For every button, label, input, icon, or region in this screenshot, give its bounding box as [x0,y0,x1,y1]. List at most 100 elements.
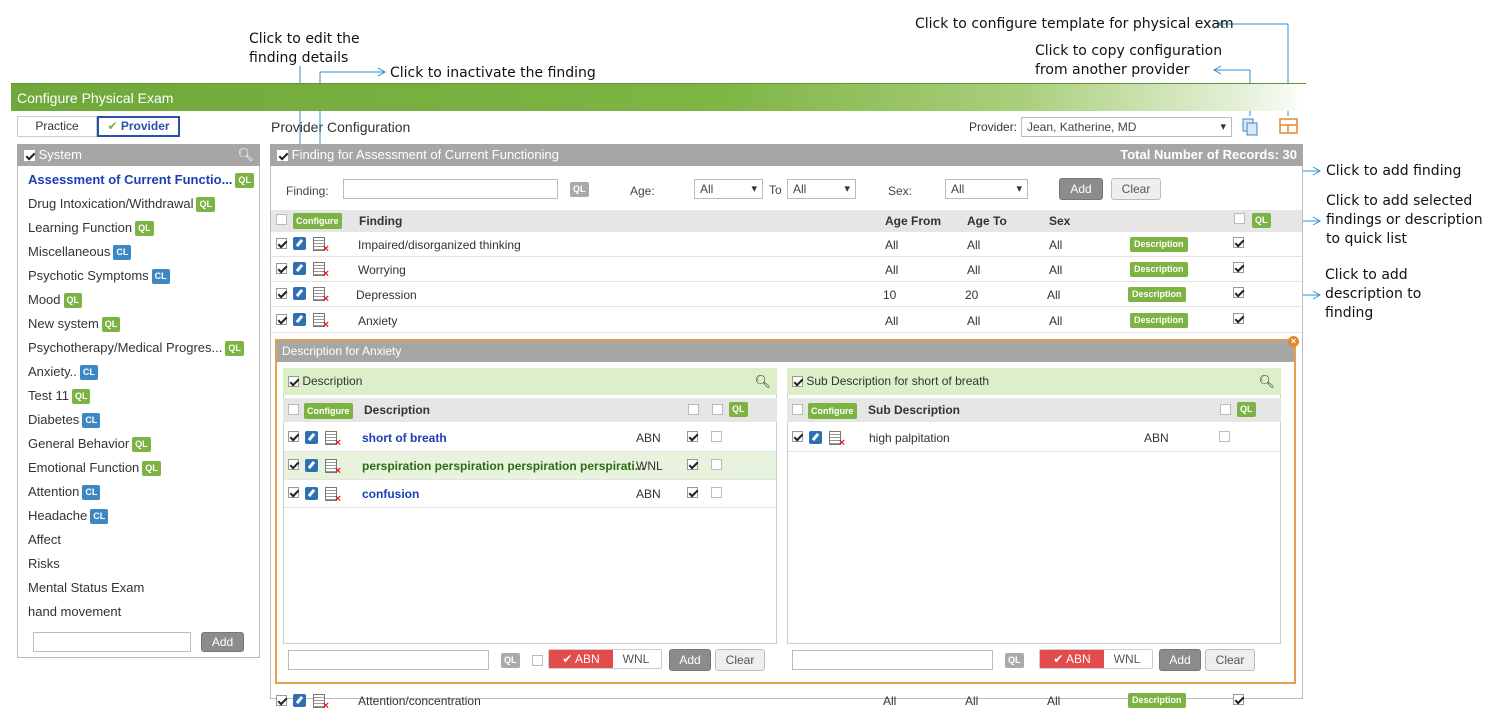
inactivate-icon[interactable] [313,313,329,331]
description-button[interactable]: Description [1128,693,1186,708]
inactivate-icon[interactable] [325,459,341,477]
finding-row[interactable]: Worrying All All All Description [271,257,1302,282]
row-checkbox[interactable] [276,288,287,299]
description-row[interactable]: perspiration perspiration perspiration p… [284,452,776,480]
edit-icon[interactable] [293,287,306,300]
row-checkbox[interactable] [276,238,287,249]
quicklist-badge[interactable]: QL [225,341,244,357]
sidebar-item[interactable]: Headache CL [28,508,109,525]
inactivate-icon[interactable] [313,287,329,305]
edit-icon[interactable] [305,459,318,472]
add-to-quicklist-button[interactable]: QL [729,402,748,417]
quicklist-badge[interactable]: CL [82,413,101,429]
description-row[interactable]: confusion ABN [284,480,776,508]
quicklist-badge[interactable]: QL [63,293,83,309]
system-add-input[interactable] [33,632,191,652]
configure-button[interactable]: Configure [808,403,857,419]
sex-select[interactable]: All [945,179,1028,199]
description-row[interactable]: high palpitation ABN [788,424,1280,452]
sidebar-item[interactable]: Anxiety.. CL [28,364,98,381]
age-from-select[interactable]: All [694,179,763,199]
description-ql-button[interactable]: QL [501,653,520,668]
finding-row[interactable]: Depression 10 20 All Description [271,282,1302,307]
row-checkbox[interactable] [276,263,287,274]
copy-config-icon[interactable] [1242,118,1258,136]
finding-input[interactable] [343,179,558,199]
finding-header-checkbox[interactable] [276,214,287,225]
abn-select-all-checkbox[interactable] [688,404,699,415]
close-icon[interactable]: × [1288,336,1299,347]
edit-icon[interactable] [305,431,318,444]
inactivate-icon[interactable] [313,694,329,708]
quicklist-badge[interactable]: QL [235,173,254,189]
template-config-icon[interactable] [1279,118,1298,134]
description-select-all-checkbox[interactable] [792,376,803,388]
finding-row[interactable]: Anxiety All All All Description [271,308,1302,333]
description-add-button[interactable]: Add [1159,649,1201,671]
abn-toggle-option[interactable]: ✔ ABN [549,650,613,668]
ql-checkbox[interactable] [1233,262,1244,273]
ql-select-all-checkbox[interactable] [1234,213,1245,224]
abn-wnl-toggle[interactable]: ✔ ABN WNL [1039,649,1153,669]
description-header-checkbox[interactable] [792,404,803,415]
sidebar-item[interactable]: Mental Status Exam [28,580,144,595]
quicklist-badge[interactable]: CL [82,485,101,501]
sidebar-item[interactable]: Psychotic Symptoms CL [28,268,170,285]
abn-toggle-option[interactable]: ✔ ABN [1040,650,1104,668]
quicklist-badge[interactable]: QL [101,317,121,333]
description-input[interactable] [792,650,993,670]
row-checkbox[interactable] [792,431,803,442]
inactivate-icon[interactable] [829,431,845,449]
sidebar-item[interactable]: Attention CL [28,484,101,501]
ql-checkbox[interactable] [711,431,722,442]
system-select-all-checkbox[interactable] [24,150,35,162]
inactivate-icon[interactable] [313,262,329,280]
edit-icon[interactable] [293,313,306,326]
search-icon[interactable]: 🔍︎ [237,144,254,166]
sidebar-item[interactable]: Risks [28,556,60,571]
ql-select-all-checkbox[interactable] [1220,404,1231,415]
inactivate-icon[interactable] [325,431,341,449]
ql-select-all-checkbox[interactable] [712,404,723,415]
row-checkbox[interactable] [288,487,299,498]
provider-select[interactable]: Jean, Katherine, MD [1021,117,1232,137]
sidebar-item[interactable]: Learning Function QL [28,220,154,237]
abn-checkbox[interactable] [687,431,698,442]
finding-row-partial[interactable]: Attention/concentration All All All Desc… [271,690,1302,708]
finding-select-all-checkbox[interactable] [277,150,288,162]
row-checkbox[interactable] [288,459,299,470]
description-button[interactable]: Description [1130,313,1188,328]
quicklist-badge[interactable]: QL [142,461,161,477]
wnl-toggle-option[interactable]: WNL [1104,650,1150,668]
description-row[interactable]: short of breath ABN [284,424,776,452]
abn-wnl-toggle[interactable]: ✔ ABN WNL [548,649,662,669]
description-button[interactable]: Description [1128,287,1186,302]
sidebar-item[interactable]: Miscellaneous CL [28,244,132,261]
ql-checkbox[interactable] [1233,287,1244,298]
ql-checkbox[interactable] [711,487,722,498]
description-ql-button[interactable]: QL [1005,653,1024,668]
quicklist-badge[interactable]: CL [90,509,109,525]
finding-ql-button[interactable]: QL [570,182,589,197]
ql-checkbox[interactable] [1219,431,1230,442]
finding-row[interactable]: Impaired/disorganized thinking All All All D… [271,232,1302,257]
description-select-all-checkbox[interactable] [288,376,299,388]
ql-checkbox[interactable] [711,459,722,470]
inactivate-icon[interactable] [313,237,329,255]
quicklist-badge[interactable]: CL [113,245,132,261]
edit-icon[interactable] [305,487,318,500]
tab-provider[interactable]: ✔ Provider [97,116,180,137]
wnl-toggle-option[interactable]: WNL [613,650,659,668]
search-icon[interactable]: 🔍︎ [754,368,771,395]
quicklist-badge[interactable]: CL [79,365,98,381]
sidebar-item[interactable]: Test 11 QL [28,388,91,405]
search-icon[interactable]: 🔍︎ [1258,368,1275,395]
ql-checkbox[interactable] [1233,313,1244,324]
sidebar-item[interactable]: Assessment of Current Functio... QL [28,172,254,189]
sidebar-item[interactable]: Affect [28,532,61,547]
configure-button[interactable]: Configure [293,213,342,229]
system-add-button[interactable]: Add [201,632,244,652]
abn-checkbox[interactable] [687,459,698,470]
add-finding-button[interactable]: Add [1059,178,1103,200]
age-to-select[interactable]: All [787,179,856,199]
